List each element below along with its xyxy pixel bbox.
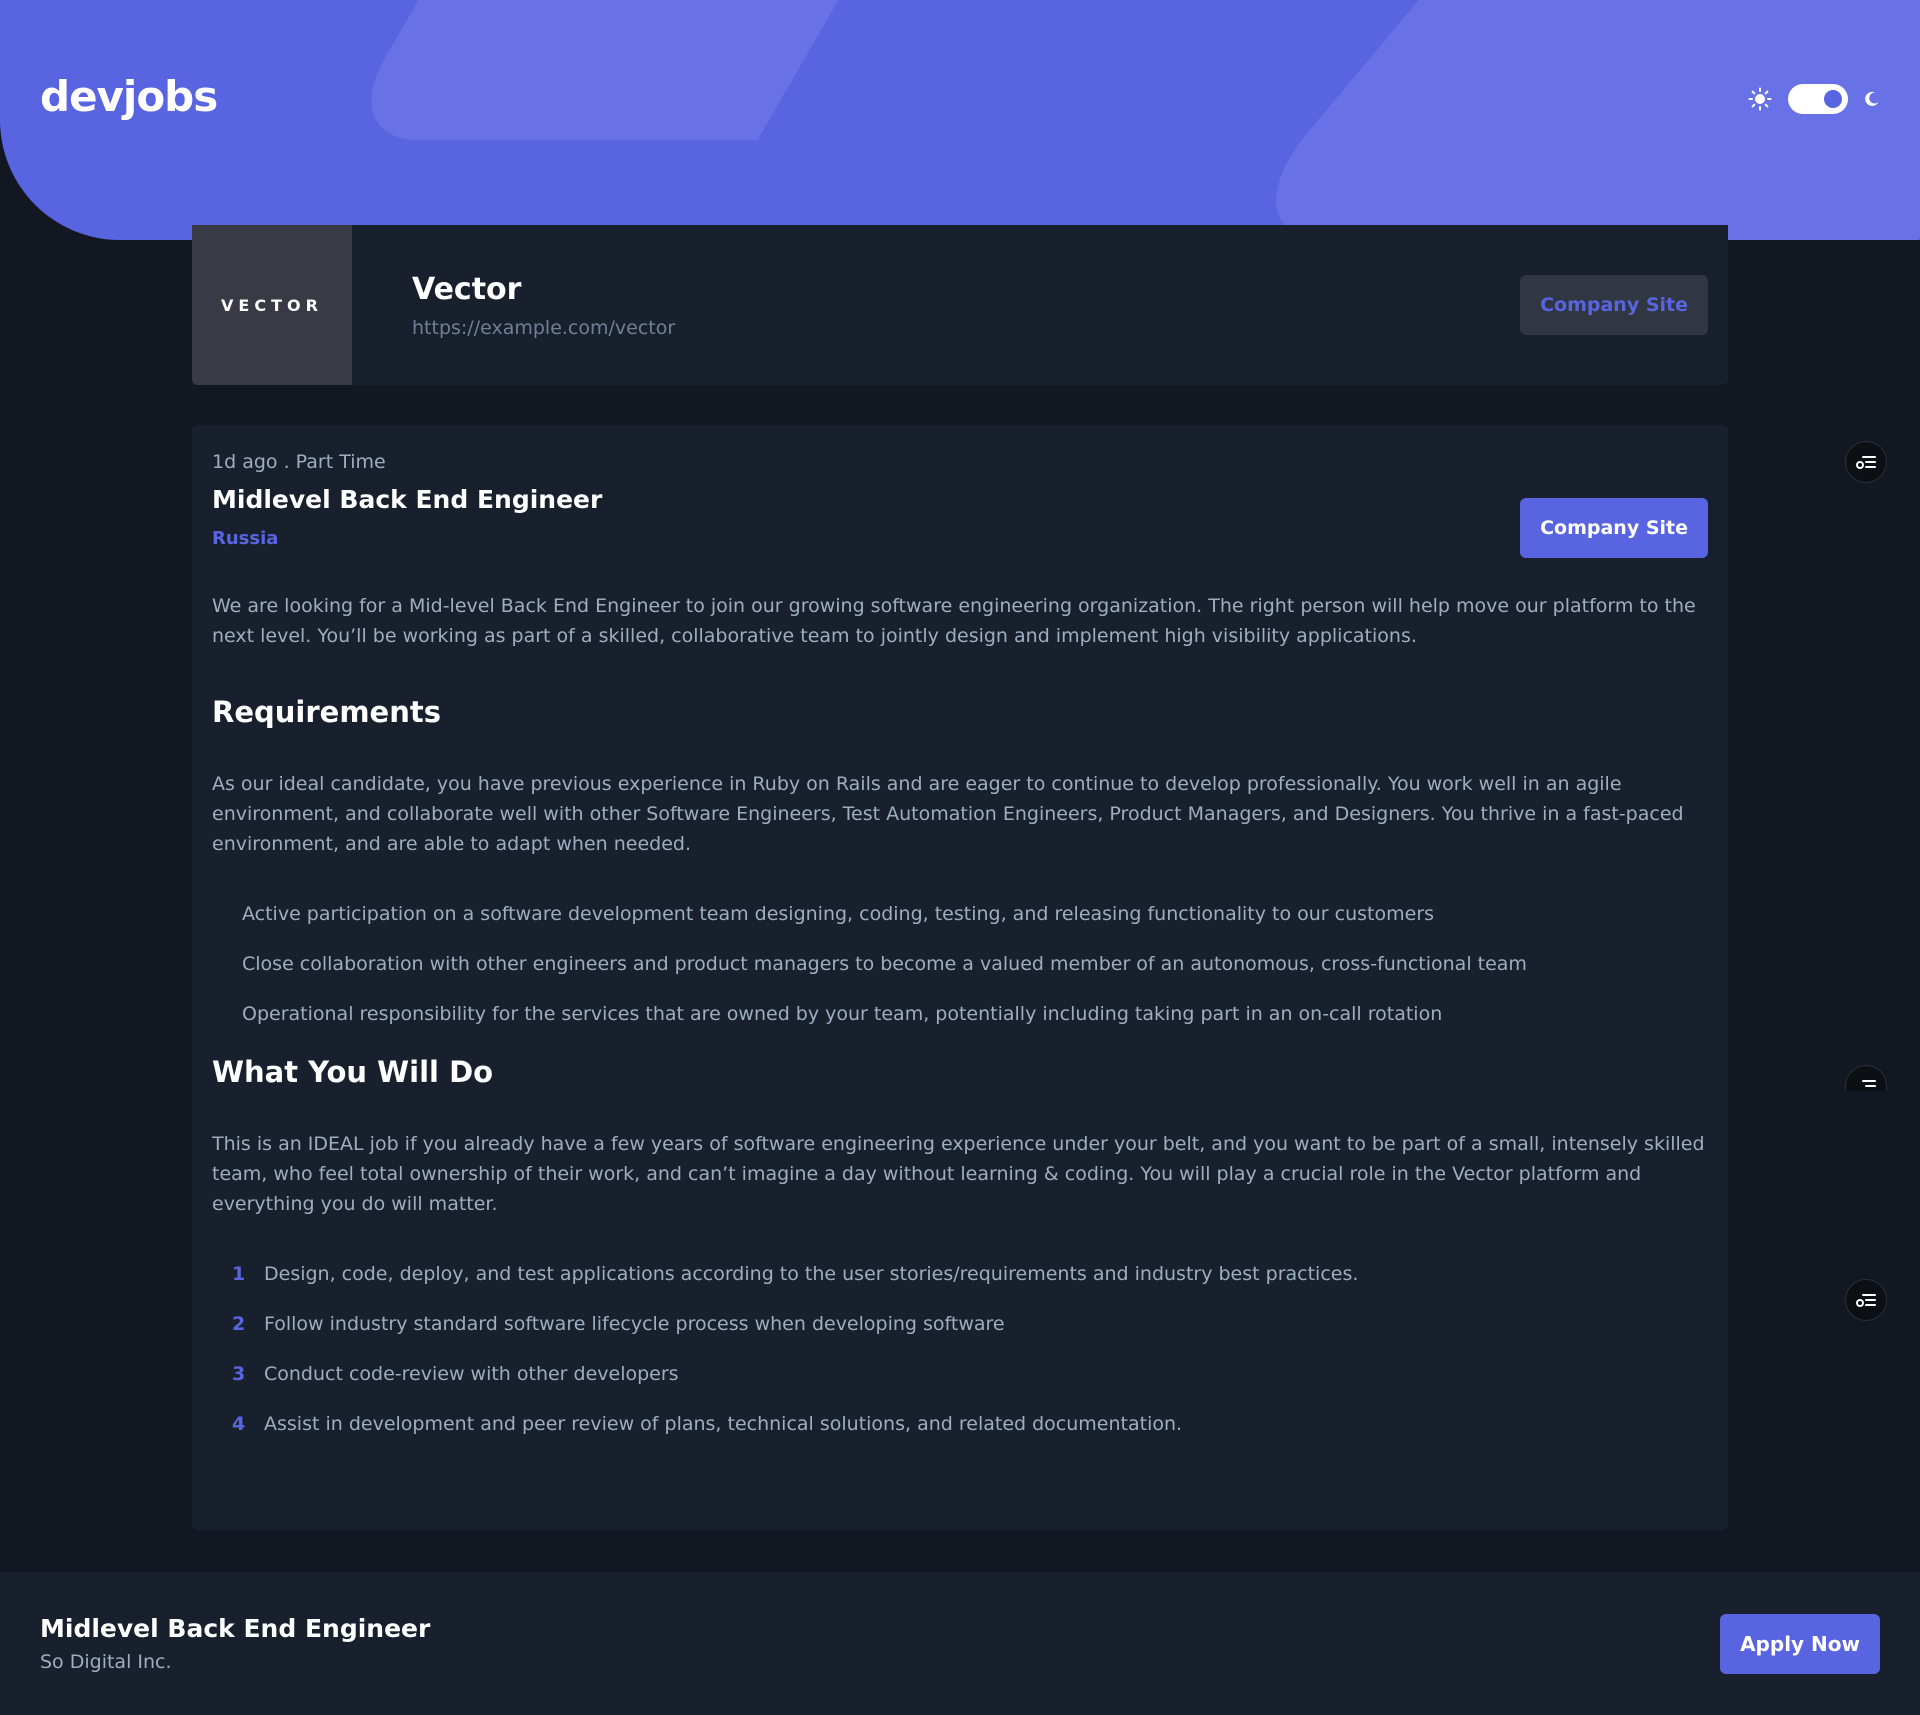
list-text: Conduct code-review with other developer… [264,1363,679,1385]
list-text: Follow industry standard software lifecy… [264,1313,1005,1335]
theme-toggle [1748,84,1880,114]
footer-info: Midlevel Back End Engineer So Digital In… [40,1614,430,1673]
header-banner: devjobs [0,0,1920,240]
theme-switch-knob [1824,90,1842,108]
requirements-content: As our ideal candidate, you have previou… [212,773,1684,855]
company-info: Vector https://example.com/vector [412,272,1520,339]
company-logo-text: VECTOR [221,295,323,315]
header-decoration [337,0,943,140]
list-text: Design, code, deploy, and test applicati… [264,1263,1359,1285]
footer-company-name: So Digital Inc. [40,1651,172,1673]
company-card: VECTOR Vector https://example.com/vector… [192,225,1728,385]
role-list: 1 Design, code, deploy, and test applicat… [212,1259,1708,1439]
list-number: 1 [232,1263,246,1285]
job-header: 1d ago . Part Time Midlevel Back End Eng… [212,451,1708,591]
filter-settings-icon[interactable] [1845,441,1887,483]
list-number: 3 [232,1363,246,1385]
list-item: 1 Design, code, deploy, and test applicat… [232,1259,1708,1289]
footer-job-title: Midlevel Back End Engineer [40,1614,431,1643]
filter-settings-icon[interactable] [1845,1065,1887,1091]
requirements-list: Active participation on a software devel… [212,899,1708,1029]
company-name: Vector [412,271,522,307]
apply-now-button[interactable]: Apply Now [1720,1613,1880,1674]
posted-time: 1d ago [212,451,278,473]
header-decoration [1217,0,1920,240]
requirements-heading: Requirements [212,695,441,729]
list-number: 4 [232,1413,246,1435]
list-text: Assist in development and peer review of… [264,1413,1183,1435]
list-item: 2 Follow industry standard software lifec… [232,1309,1708,1339]
list-item: Operational responsibility for the servi… [242,1003,1443,1025]
role-content: This is an IDEAL job if you already have… [212,1133,1705,1215]
job-company-site-button[interactable]: Company Site [1520,498,1708,558]
contract-type: Part Time [295,451,386,473]
job-meta: 1d ago . Part Time [212,451,1708,473]
company-site-button[interactable]: Company Site [1520,275,1708,335]
company-url: https://example.com/vector [412,316,676,339]
theme-switch[interactable] [1788,84,1848,114]
company-logo: VECTOR [192,225,352,385]
job-location: Russia [212,528,279,549]
job-title: Midlevel Back End Engineer [212,485,603,514]
job-description: We are looking for a Mid-level Back End … [212,595,1696,647]
list-number: 2 [232,1313,246,1335]
list-item: Active participation on a software devel… [242,903,1435,925]
role-heading: What You Will Do [212,1055,494,1089]
apply-footer: Midlevel Back End Engineer So Digital In… [0,1572,1920,1715]
sun-icon [1748,87,1772,111]
devjobs-logo[interactable]: devjobs [40,72,218,121]
meta-separator: . [277,451,296,473]
list-item: Close collaboration with other engineers… [242,953,1527,975]
moon-icon [1865,91,1879,106]
list-item: 3 Conduct code-review with other develope… [232,1359,1708,1389]
job-details-card: 1d ago . Part Time Midlevel Back End Eng… [192,425,1728,1530]
filter-settings-icon[interactable] [1845,1279,1887,1321]
list-item: 4 Assist in development and peer review o… [232,1409,1708,1439]
